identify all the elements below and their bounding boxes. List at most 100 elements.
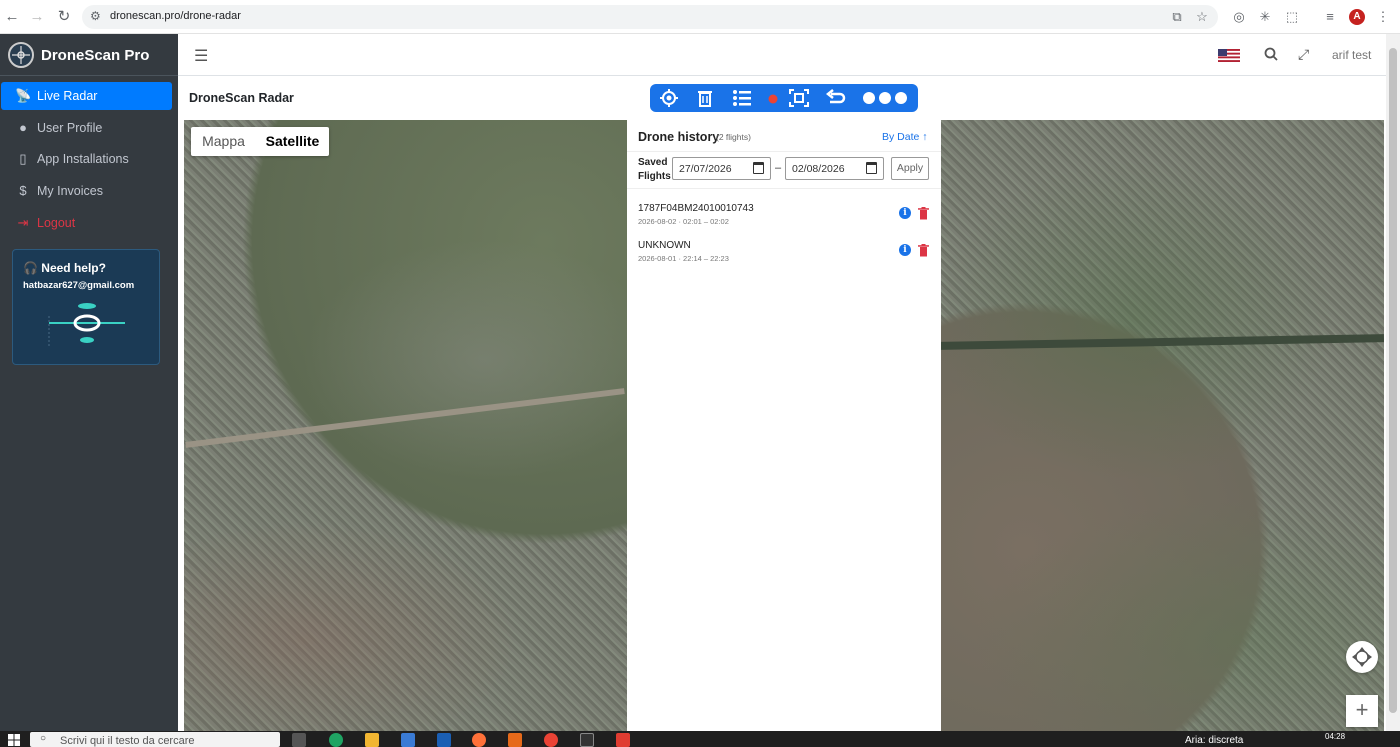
list-icon[interactable] bbox=[731, 88, 753, 108]
calendar-icon[interactable] bbox=[753, 162, 764, 174]
windows-start-icon[interactable] bbox=[8, 734, 20, 746]
map-river bbox=[939, 334, 1384, 350]
user-name[interactable]: arif test bbox=[1332, 48, 1371, 62]
delete-trash-icon[interactable] bbox=[918, 244, 929, 257]
trash-icon[interactable] bbox=[694, 88, 716, 108]
page-scrollbar[interactable] bbox=[1386, 34, 1400, 731]
page-title: DroneScan Radar bbox=[189, 91, 294, 105]
url-text: dronescan.pro/drone-radar bbox=[110, 10, 241, 22]
fullscreen-expand-icon[interactable]: ⤢ bbox=[1298, 46, 1309, 63]
drone-history-panel: Drone history (2 flights) By Date ↑ Save… bbox=[627, 120, 941, 731]
sidebar-item-label: Logout bbox=[37, 216, 76, 230]
info-icon[interactable]: i bbox=[899, 244, 911, 256]
brand[interactable]: DroneScan Pro bbox=[0, 34, 178, 76]
locate-icon[interactable] bbox=[658, 88, 680, 108]
flight-time: 2026-08-01 · 22:14 – 22:23 bbox=[638, 254, 729, 263]
date-from-input[interactable]: 27/07/2026 bbox=[672, 157, 771, 180]
help-email[interactable]: hatbazar627@gmail.com bbox=[23, 280, 134, 291]
map-fullscreen-button[interactable] bbox=[1346, 641, 1378, 673]
bookmark-star-icon[interactable]: ☆ bbox=[1193, 9, 1211, 25]
menu-dots-icon[interactable]: ⋮ bbox=[1374, 9, 1392, 25]
flight-name: UNKNOWN bbox=[638, 240, 691, 251]
task-view-icon[interactable] bbox=[292, 733, 306, 747]
search-icon: ○ bbox=[40, 733, 47, 744]
anydesk-icon[interactable] bbox=[616, 733, 630, 747]
radar-icon: 📡 bbox=[15, 88, 32, 103]
media-icon[interactable]: ≡ bbox=[1321, 9, 1339, 24]
sidebar-item-app-installations[interactable]: ▯ App Installations bbox=[1, 145, 172, 173]
flight-name: 1787F04BM24010010743 bbox=[638, 203, 754, 214]
drone-illustration-icon bbox=[48, 303, 125, 346]
apply-button[interactable]: Apply bbox=[891, 157, 929, 180]
help-card[interactable]: 🎧 Need help? hatbazar627@gmail.com bbox=[12, 249, 160, 365]
drone-logo-icon bbox=[8, 42, 34, 68]
date-from-value: 27/07/2026 bbox=[679, 163, 732, 175]
sidebar-item-logout[interactable]: ⇥ Logout bbox=[1, 209, 172, 237]
app-icon[interactable] bbox=[437, 733, 451, 747]
map-type-satellite-button[interactable]: Satellite bbox=[256, 127, 329, 156]
map-railway bbox=[185, 388, 625, 448]
windows-taskbar: ○ Scrivi qui il testo da cercare Aria: d… bbox=[0, 731, 1400, 747]
sidebar-item-label: My Invoices bbox=[37, 184, 103, 198]
radar-toolbar bbox=[650, 84, 918, 112]
fullscreen-arrows-icon bbox=[1352, 647, 1372, 667]
divider bbox=[627, 188, 941, 189]
address-bar[interactable]: ⚙ dronescan.pro/drone-radar bbox=[82, 5, 1218, 29]
sidebar-item-label: User Profile bbox=[37, 121, 103, 135]
record-icon[interactable] bbox=[762, 88, 784, 108]
firefox-icon[interactable] bbox=[472, 733, 486, 747]
panel-title: Drone history bbox=[638, 130, 720, 144]
forward-icon[interactable]: → bbox=[27, 7, 47, 27]
file-explorer-icon[interactable] bbox=[365, 733, 379, 747]
top-navbar: ☰ ⤢ arif test bbox=[178, 34, 1386, 76]
flight-time: 2026-08-02 · 02:01 – 02:02 bbox=[638, 217, 729, 226]
sidebar-item-label: App Installations bbox=[37, 152, 129, 166]
system-clock[interactable]: 04:28 bbox=[1325, 732, 1345, 741]
store-icon[interactable] bbox=[401, 733, 415, 747]
date-to-value: 02/08/2026 bbox=[792, 163, 845, 175]
logout-icon: ⇥ bbox=[17, 215, 29, 230]
edge-browser-icon[interactable] bbox=[329, 733, 343, 747]
app-2-icon[interactable] bbox=[508, 733, 522, 747]
flight-list-item[interactable]: UNKNOWN 2026-08-01 · 22:14 – 22:23 i bbox=[627, 230, 941, 266]
calendar-icon[interactable] bbox=[866, 162, 877, 174]
us-flag-icon[interactable] bbox=[1218, 49, 1240, 62]
browser-toolbar: ← → ↻ ⚙ dronescan.pro/drone-radar ⧉ ☆ ◎ … bbox=[0, 0, 1400, 34]
scrollbar-thumb[interactable] bbox=[1389, 48, 1397, 713]
chrome-icon[interactable] bbox=[544, 733, 558, 747]
user-icon: ● bbox=[19, 120, 27, 135]
back-icon[interactable]: ← bbox=[2, 7, 22, 27]
flight-count: (2 flights) bbox=[716, 132, 751, 142]
profile-avatar[interactable]: A bbox=[1349, 9, 1365, 25]
dollar-icon: $ bbox=[19, 183, 27, 198]
flight-list-item[interactable]: 1787F04BM24010010743 2026-08-02 · 02:01 … bbox=[627, 193, 941, 229]
taskbar-search-input[interactable]: ○ Scrivi qui il testo da cercare bbox=[30, 732, 280, 747]
help-title: 🎧 Need help? bbox=[23, 261, 106, 275]
extension-icon[interactable]: ◎ bbox=[1230, 9, 1248, 25]
delete-trash-icon[interactable] bbox=[918, 207, 929, 220]
map-type-control: Mappa Satellite bbox=[191, 127, 329, 156]
more-options-icon[interactable] bbox=[862, 90, 910, 106]
site-info-icon[interactable]: ⚙ bbox=[90, 9, 101, 23]
info-icon[interactable]: i bbox=[899, 207, 911, 219]
search-icon[interactable] bbox=[1264, 47, 1278, 61]
sidebar-item-my-invoices[interactable]: $ My Invoices bbox=[1, 177, 172, 205]
undo-icon[interactable] bbox=[825, 88, 847, 108]
extension-2-icon[interactable]: ✳ bbox=[1256, 9, 1274, 25]
sidebar-item-user-profile[interactable]: ● User Profile bbox=[1, 114, 172, 142]
map-zoom-in-button[interactable]: + bbox=[1346, 695, 1378, 727]
map-type-mappa-button[interactable]: Mappa bbox=[191, 127, 256, 156]
terminal-icon[interactable] bbox=[580, 733, 594, 747]
install-app-icon[interactable]: ⧉ bbox=[1168, 9, 1186, 25]
taskbar-search-placeholder: Scrivi qui il testo da cercare bbox=[60, 735, 195, 747]
extensions-puzzle-icon[interactable]: ⬚ bbox=[1283, 9, 1301, 25]
sidebar-item-live-radar[interactable]: 📡 Live Radar bbox=[1, 82, 172, 110]
weather-status[interactable]: Aria: discreta bbox=[1185, 735, 1243, 746]
date-to-input[interactable]: 02/08/2026 bbox=[785, 157, 884, 180]
hamburger-menu-icon[interactable]: ☰ bbox=[194, 46, 208, 66]
fit-bounds-icon[interactable] bbox=[788, 88, 810, 108]
sort-by-date-button[interactable]: By Date ↑ bbox=[882, 131, 928, 143]
phone-icon: ▯ bbox=[19, 151, 27, 166]
reload-icon[interactable]: ↻ bbox=[54, 7, 74, 27]
date-range-separator: – bbox=[775, 162, 782, 174]
